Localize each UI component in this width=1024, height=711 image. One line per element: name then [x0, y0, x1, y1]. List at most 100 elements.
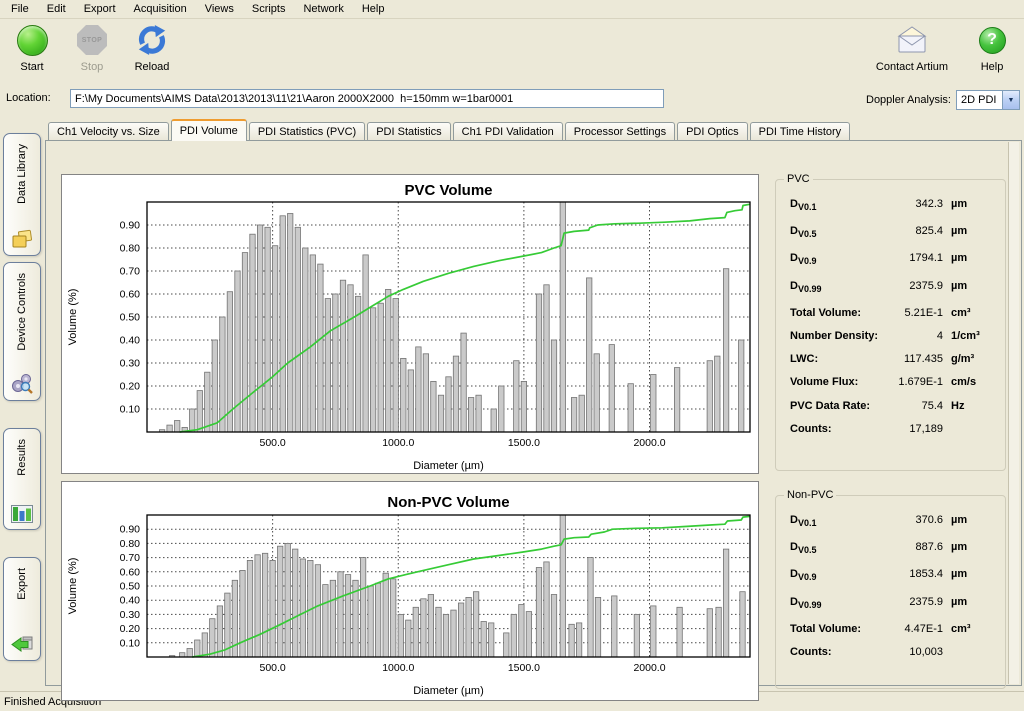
stat-label: DV0.99: [790, 596, 821, 610]
stat-value: 17,189: [881, 423, 943, 435]
tab-pdi-statistics-pvc[interactable]: PDI Statistics (PVC): [249, 122, 365, 141]
sidebar-item-data-library[interactable]: Data Library: [3, 133, 41, 256]
stat-unit: µm: [951, 198, 993, 210]
tab-pdi-time-history[interactable]: PDI Time History: [750, 122, 851, 141]
stat-unit: µm: [951, 252, 993, 264]
svg-text:0.60: 0.60: [120, 566, 141, 578]
svg-text:Diameter (µm): Diameter (µm): [413, 685, 484, 697]
stat-value: 75.4: [881, 400, 943, 412]
stat-row: DV0.99 2375.9 µm: [790, 596, 993, 610]
stat-row: DV0.5887.6µm: [790, 541, 993, 555]
sidebar-item-results[interactable]: Results: [3, 428, 41, 530]
pvc-groupbox-title: PVC: [784, 173, 813, 185]
stat-row: DV0.91794.1µm: [790, 252, 993, 266]
stop-icon: STOP: [77, 25, 107, 55]
svg-text:0.40: 0.40: [120, 335, 141, 347]
svg-text:0.70: 0.70: [120, 266, 141, 278]
stat-unit: Hz: [951, 400, 993, 412]
tab-processor-settings[interactable]: Processor Settings: [565, 122, 675, 141]
tab-ch1-velocity-vs-size[interactable]: Ch1 Velocity vs. Size: [48, 122, 169, 141]
non-pvc-groupbox-title: Non-PVC: [784, 489, 836, 501]
svg-text:Volume (%): Volume (%): [67, 558, 79, 615]
svg-text:0.10: 0.10: [120, 404, 141, 416]
stat-unit: g/m³: [951, 353, 993, 365]
svg-text:0.60: 0.60: [120, 289, 141, 301]
svg-text:0.80: 0.80: [120, 538, 141, 550]
sidebar-data-library-label: Data Library: [16, 144, 28, 204]
stat-label: DV0.99: [790, 280, 821, 294]
stat-label: DV0.9: [790, 252, 816, 266]
stop-button[interactable]: STOP Stop: [68, 22, 116, 73]
tab-pdi-volume[interactable]: PDI Volume: [171, 119, 247, 141]
stop-button-label: Stop: [81, 61, 104, 73]
menu-network[interactable]: Network: [294, 1, 352, 17]
non-pvc-stats-groupbox: Non-PVC DV0.1370.6µmDV0.5887.6µmDV0.9185…: [775, 495, 1006, 689]
svg-text:1500.0: 1500.0: [508, 437, 540, 449]
export-arrow-icon: [10, 634, 34, 654]
svg-text:0.20: 0.20: [120, 623, 141, 635]
tab-pdi-optics[interactable]: PDI Optics: [677, 122, 748, 141]
sidebar-item-export[interactable]: Export: [3, 557, 41, 661]
svg-text:2000.0: 2000.0: [633, 662, 665, 674]
stat-unit: 1/cm³: [951, 330, 993, 342]
svg-text:0.40: 0.40: [120, 595, 141, 607]
stat-unit: cm³: [951, 307, 993, 319]
svg-text:0.30: 0.30: [120, 358, 141, 370]
menu-views[interactable]: Views: [196, 1, 243, 17]
stat-row: Number Density:41/cm³: [790, 330, 993, 344]
svg-text:0.90: 0.90: [120, 220, 141, 232]
stat-unit: µm: [951, 596, 993, 608]
svg-text:0.90: 0.90: [120, 524, 141, 536]
tab-ch1-pdi-validation[interactable]: Ch1 PDI Validation: [453, 122, 563, 141]
vertical-scrollbar[interactable]: [1008, 142, 1019, 684]
svg-text:0.30: 0.30: [120, 609, 141, 621]
stat-label: DV0.5: [790, 225, 816, 239]
menu-acquisition[interactable]: Acquisition: [125, 1, 196, 17]
stat-label: Total Volume:: [790, 623, 861, 637]
stat-unit: µm: [951, 225, 993, 237]
svg-text:0.80: 0.80: [120, 243, 141, 255]
doppler-analysis-select[interactable]: 2D PDI ▼: [956, 90, 1020, 110]
stat-value: 887.6: [881, 541, 943, 553]
stat-label: Number Density:: [790, 330, 878, 344]
doppler-analysis-label: Doppler Analysis:: [866, 94, 951, 106]
start-button[interactable]: Start: [8, 22, 56, 73]
stat-value: 1.679E-1: [881, 376, 943, 388]
svg-text:1000.0: 1000.0: [382, 662, 414, 674]
svg-text:500.0: 500.0: [259, 437, 285, 449]
contact-artium-label: Contact Artium: [876, 61, 948, 73]
stat-value: 2375.9: [881, 596, 943, 608]
menu-scripts[interactable]: Scripts: [243, 1, 295, 17]
stat-row: DV0.5825.4µm: [790, 225, 993, 239]
help-button[interactable]: ? Help: [974, 22, 1010, 73]
toolbar-right-group: Contact Artium ? Help: [872, 22, 1010, 73]
svg-text:PVC Volume: PVC Volume: [404, 182, 492, 199]
svg-text:0.10: 0.10: [120, 637, 141, 649]
location-input[interactable]: [70, 89, 664, 108]
envelope-icon: [894, 26, 930, 54]
stat-label: Total Volume:: [790, 307, 861, 321]
stat-label: Counts:: [790, 423, 832, 437]
menu-export[interactable]: Export: [75, 1, 125, 17]
reload-icon: [136, 24, 168, 56]
stat-label: Volume Flux:: [790, 376, 858, 390]
tab-pdi-statistics[interactable]: PDI Statistics: [367, 122, 450, 141]
menu-edit[interactable]: Edit: [38, 1, 75, 17]
stat-row: Counts:10,003: [790, 646, 993, 660]
svg-text:Diameter (µm): Diameter (µm): [413, 460, 484, 472]
contact-artium-button[interactable]: Contact Artium: [872, 22, 952, 73]
svg-text:Non-PVC Volume: Non-PVC Volume: [387, 494, 509, 511]
stat-row: Volume Flux:1.679E-1cm/s: [790, 376, 993, 390]
menu-file[interactable]: File: [2, 1, 38, 17]
combo-arrow-icon[interactable]: ▼: [1002, 91, 1019, 109]
folders-icon: [11, 229, 33, 249]
help-icon: ?: [979, 27, 1006, 54]
stat-unit: µm: [951, 568, 993, 580]
stat-value: 5.21E-1: [881, 307, 943, 319]
menu-help[interactable]: Help: [353, 1, 394, 17]
stat-value: 342.3: [881, 198, 943, 210]
stat-label: DV0.1: [790, 198, 816, 212]
sidebar-item-device-controls[interactable]: Device Controls: [3, 262, 41, 401]
reload-button[interactable]: Reload: [128, 22, 176, 73]
stat-label: Counts:: [790, 646, 832, 660]
